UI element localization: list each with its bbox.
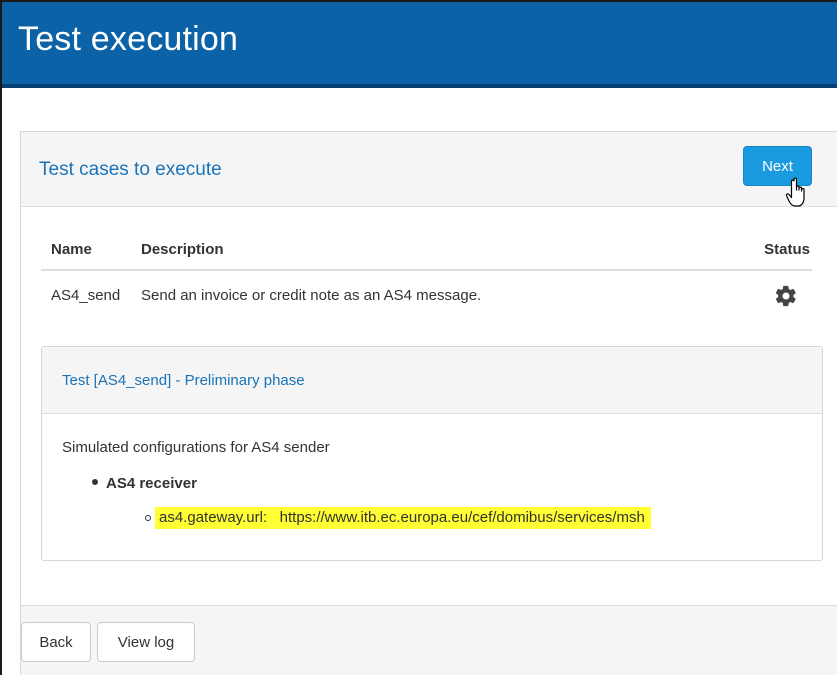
test-case-name: AS4_send bbox=[51, 287, 121, 304]
page-header: Test execution bbox=[2, 2, 837, 88]
table-row: AS4_send Send an invoice or credit note … bbox=[41, 270, 812, 320]
column-header-description: Description bbox=[131, 230, 718, 271]
back-button[interactable]: Back bbox=[21, 622, 91, 662]
panel-title: Test cases to execute bbox=[39, 159, 222, 180]
receiver-label: AS4 receiver bbox=[106, 475, 197, 492]
page-title: Test execution bbox=[18, 20, 239, 58]
list-item-config: as4.gateway.url: https://www.itb.ec.euro… bbox=[145, 507, 651, 529]
column-header-name: Name bbox=[41, 230, 131, 271]
config-value: https://www.itb.ec.europa.eu/cef/domibus… bbox=[279, 509, 645, 526]
preliminary-phase-panel: Test [AS4_send] - Preliminary phase Simu… bbox=[41, 346, 823, 561]
preliminary-phase-title: Test [AS4_send] - Preliminary phase bbox=[62, 372, 305, 389]
bullet-circle-icon bbox=[145, 515, 151, 521]
test-case-description: Send an invoice or credit note as an AS4… bbox=[141, 287, 482, 304]
config-highlight: as4.gateway.url: https://www.itb.ec.euro… bbox=[155, 507, 651, 529]
column-header-status: Status bbox=[717, 230, 812, 271]
gear-icon bbox=[775, 285, 796, 306]
test-cases-table: Name Description Status AS4_send Send an… bbox=[41, 230, 812, 320]
hand-pointer-icon bbox=[785, 177, 805, 207]
configuration-intro: Simulated configurations for AS4 sender bbox=[62, 439, 330, 456]
bullet-disc-icon bbox=[92, 479, 98, 486]
preliminary-phase-heading: Test [AS4_send] - Preliminary phase bbox=[42, 347, 822, 414]
test-cases-panel: Test cases to execute Next Name Descript… bbox=[20, 131, 837, 675]
config-key: as4.gateway.url: bbox=[159, 509, 268, 526]
panel-footer: Back View log bbox=[21, 605, 837, 675]
list-item-receiver: AS4 receiver bbox=[92, 475, 197, 492]
table-header-row: Name Description Status bbox=[41, 230, 812, 271]
panel-heading: Test cases to execute Next bbox=[21, 132, 837, 207]
view-log-button[interactable]: View log bbox=[97, 622, 195, 662]
test-case-status bbox=[718, 270, 812, 320]
